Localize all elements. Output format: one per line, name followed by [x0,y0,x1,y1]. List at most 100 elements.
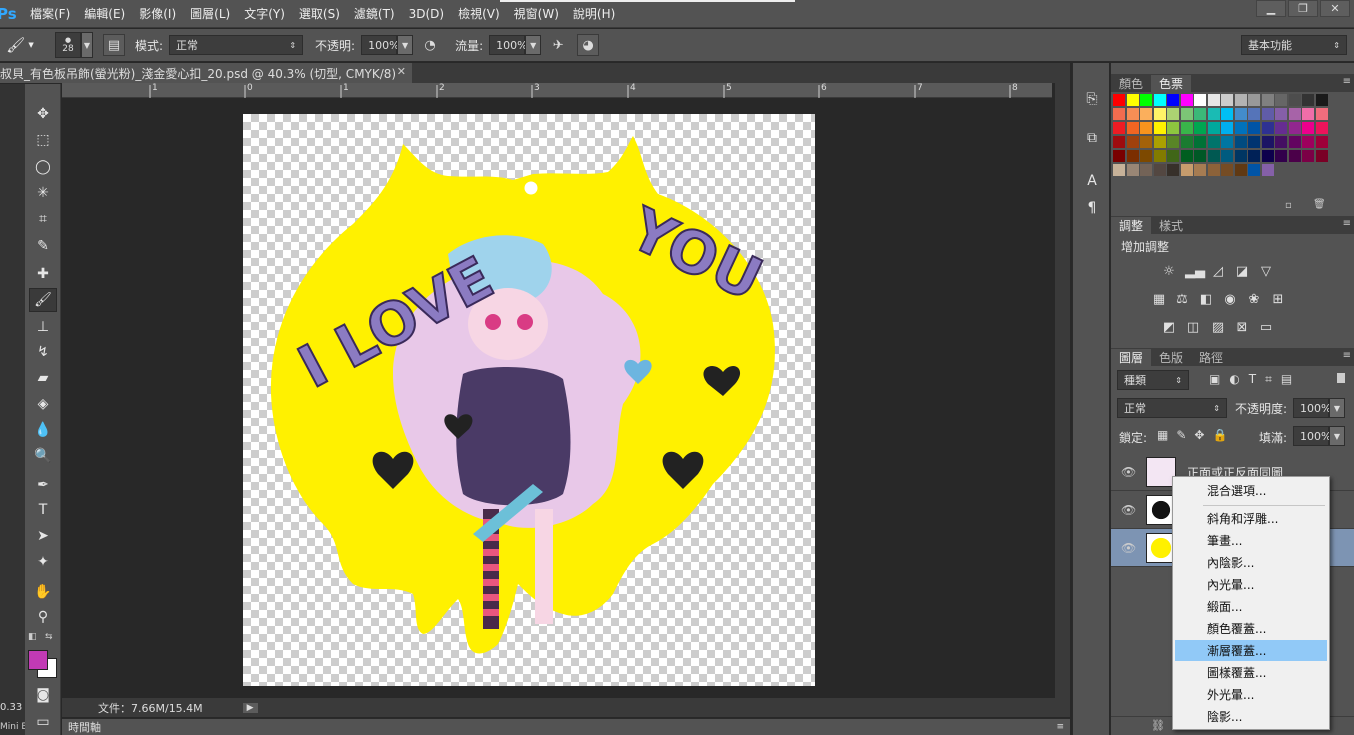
brush-size-picker[interactable]: ● 28 [55,32,81,58]
vertical-scrollbar[interactable] [1055,83,1070,698]
eraser-tool-icon[interactable]: ▰ [29,366,57,390]
color-swatch[interactable] [1302,136,1314,148]
color-swatch[interactable] [1288,150,1301,162]
color-swatch[interactable] [1221,122,1233,134]
menu-window[interactable]: 視窗(W) [507,5,566,22]
color-swatch[interactable] [1126,122,1139,134]
hue-saturation-icon[interactable]: ▦ [1149,291,1169,307]
default-colors-icon[interactable]: ◧ [28,632,37,642]
color-swatch[interactable] [1221,150,1233,162]
color-swatch[interactable] [1113,122,1125,134]
color-swatch[interactable] [1180,164,1193,176]
color-swatch[interactable] [1126,164,1139,176]
menu-item-satin[interactable]: 緞面... [1175,596,1327,617]
color-swatch[interactable] [1302,108,1314,120]
color-swatch[interactable] [1248,150,1260,162]
color-swatch[interactable] [1113,164,1125,176]
visibility-eye-icon[interactable]: 👁 [1121,465,1136,479]
layer-opacity-arrow-icon[interactable]: ▼ [1329,398,1345,418]
panel-menu-icon[interactable]: ≡ [1343,218,1351,229]
pen-tool-icon[interactable]: ✒ [29,473,57,497]
color-swatch[interactable] [1194,94,1206,106]
color-swatch[interactable] [1288,122,1301,134]
opacity-input[interactable]: 100% [361,35,400,55]
color-lookup-icon[interactable]: ⊞ [1268,291,1288,307]
paragraph-panel-icon[interactable]: ¶ [1081,197,1103,219]
color-swatch[interactable] [1275,136,1287,148]
color-swatch[interactable] [1194,136,1206,148]
lasso-tool-icon[interactable]: ◯ [29,155,57,179]
color-swatch[interactable] [1234,108,1247,120]
color-swatch[interactable] [1207,150,1220,162]
color-swatch[interactable] [1140,164,1152,176]
flow-input[interactable]: 100% [489,35,528,55]
timeline-menu-icon[interactable]: ≡ [1056,722,1064,732]
color-swatch[interactable] [1194,150,1206,162]
color-swatch[interactable] [1126,94,1139,106]
menu-layer[interactable]: 圖層(L) [183,5,237,22]
brush-tool-icon[interactable]: 🖌 [29,288,57,312]
color-swatch[interactable] [1275,122,1287,134]
color-swatch[interactable] [1221,94,1233,106]
delete-swatch-icon[interactable]: 🗑 [1313,199,1326,210]
menu-item-blending-options[interactable]: 混合選項... [1175,480,1327,501]
color-swatch[interactable] [1261,108,1274,120]
color-swatch[interactable] [1126,150,1139,162]
brightness-icon[interactable]: ☼ [1159,263,1179,279]
brush-picker-arrow-icon[interactable]: ▼ [81,32,93,58]
tab-swatches[interactable]: 色票 [1151,75,1192,92]
menu-image[interactable]: 影像(I) [132,5,183,22]
filter-toggle-icon[interactable] [1337,373,1345,383]
workspace-select[interactable]: 基本功能 ⇕ [1241,35,1347,55]
clone-stamp-tool-icon[interactable]: ⊥ [29,315,57,339]
tab-adjustments[interactable]: 調整 [1111,217,1152,234]
color-swatch[interactable] [1207,164,1220,176]
color-swatch[interactable] [1140,136,1152,148]
color-swatch[interactable] [1207,136,1220,148]
color-swatch[interactable] [1234,122,1247,134]
pressure-opacity-icon[interactable]: ◔ [419,34,441,56]
color-swatch[interactable] [1221,164,1233,176]
type-tool-icon[interactable]: T [29,498,57,522]
color-swatch[interactable] [1248,108,1260,120]
menu-type[interactable]: 文字(Y) [237,5,292,22]
timeline-bar[interactable]: 時間軸 ≡ [62,718,1070,735]
restore-button[interactable]: ❐ [1288,0,1318,17]
color-swatch[interactable] [1261,94,1274,106]
menu-filter[interactable]: 濾鏡(T) [347,5,402,22]
menu-item-stroke[interactable]: 筆畫... [1175,530,1327,551]
color-swatch[interactable] [1315,150,1328,162]
hand-tool-icon[interactable]: ✋ [29,580,57,604]
zoom-tool-icon[interactable]: ⚲ [29,605,57,629]
color-swatch[interactable] [1140,150,1152,162]
color-swatch[interactable] [1275,94,1287,106]
menu-3d[interactable]: 3D(D) [402,7,451,21]
vibrance-icon[interactable]: ▽ [1256,263,1276,279]
threshold-icon[interactable]: ▨ [1208,319,1228,335]
color-swatch[interactable] [1275,108,1287,120]
color-swatch[interactable] [1302,150,1314,162]
visibility-eye-icon[interactable]: 👁 [1121,503,1136,517]
color-swatch[interactable] [1113,108,1125,120]
posterize-icon[interactable]: ◫ [1183,319,1203,335]
color-swatch[interactable] [1126,136,1139,148]
color-swatch[interactable] [1315,94,1328,106]
lock-icons[interactable]: ▦✎✥🔒 [1157,428,1235,442]
3d-panel-icon[interactable]: ⧉ [1081,127,1103,149]
color-swatch[interactable] [1153,136,1166,148]
color-swatch[interactable] [1207,108,1220,120]
color-swatch[interactable] [1221,136,1233,148]
curves-icon[interactable]: ◿ [1208,263,1228,279]
visibility-eye-icon[interactable]: 👁 [1121,541,1136,555]
layer-filter-select[interactable]: 種類 ⇕ [1117,370,1189,390]
pressure-size-icon[interactable]: ◕ [577,34,600,56]
fill-arrow-icon[interactable]: ▼ [1329,426,1345,446]
color-swatch[interactable] [1140,122,1152,134]
blur-tool-icon[interactable]: 💧 [29,418,57,442]
quick-mask-icon[interactable]: ◙ [29,683,57,707]
dodge-tool-icon[interactable]: 🔍 [29,444,57,468]
color-swatch[interactable] [1275,150,1287,162]
menu-view[interactable]: 檢視(V) [451,5,507,22]
status-arrow-icon[interactable]: ▶ [242,702,258,713]
tab-color[interactable]: 顏色 [1111,75,1151,92]
